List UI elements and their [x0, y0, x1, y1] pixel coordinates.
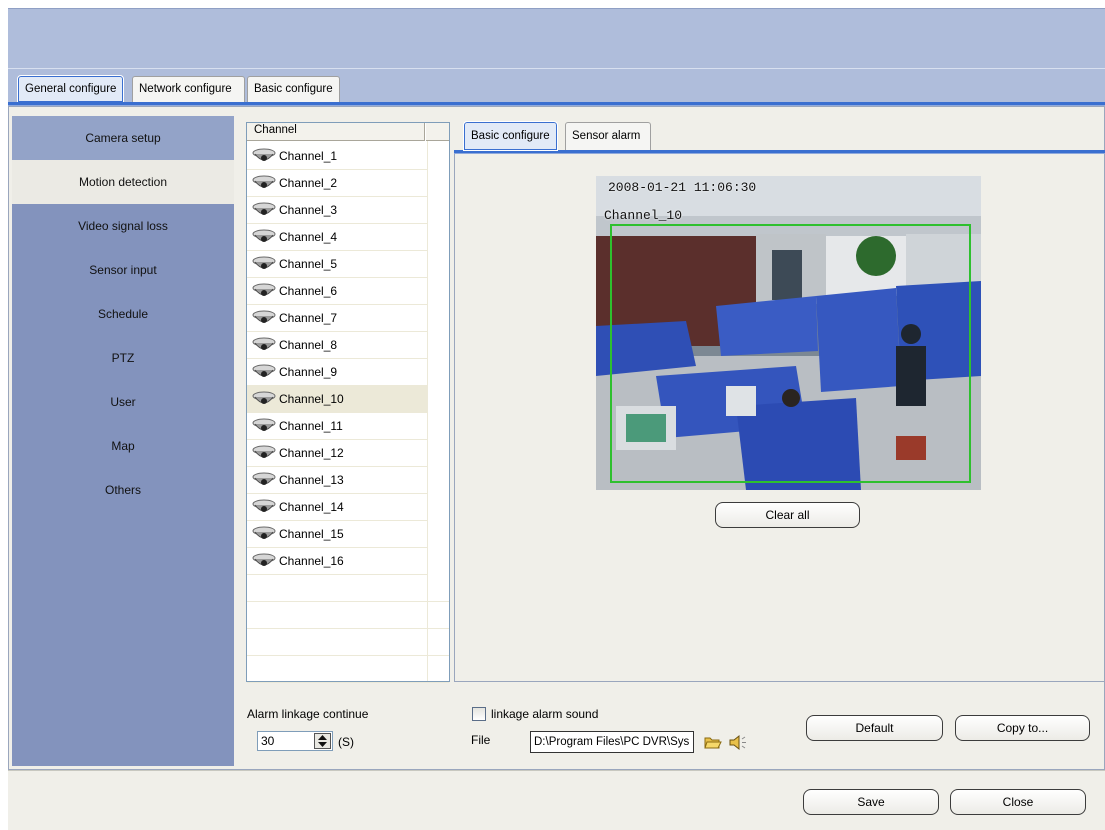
channel-label: Channel_9: [279, 365, 338, 379]
channel-row[interactable]: Channel_4: [247, 224, 427, 251]
sidebar: Camera setup Motion detection Video sign…: [12, 116, 234, 766]
channel-row[interactable]: Channel_7: [247, 305, 427, 332]
file-label: File: [471, 733, 491, 747]
channel-label: Channel_11: [279, 419, 343, 433]
tab-general-configure[interactable]: General configure: [16, 75, 125, 103]
channel-label: Channel_2: [279, 176, 338, 190]
channel-label: Channel_5: [279, 257, 338, 271]
sidebar-item-user[interactable]: User: [12, 380, 234, 424]
channel-column-header[interactable]: Channel: [247, 123, 449, 141]
channel-row[interactable]: Channel_10: [247, 386, 427, 413]
sidebar-item-schedule[interactable]: Schedule: [12, 292, 234, 336]
channel-row[interactable]: Channel_5: [247, 251, 427, 278]
sidebar-item-camera-setup[interactable]: Camera setup: [12, 116, 234, 160]
open-folder-icon[interactable]: [704, 734, 722, 750]
alarm-linkage-label: Alarm linkage continue: [247, 707, 369, 721]
sidebar-item-others[interactable]: Others: [12, 468, 234, 512]
channel-label: Channel_13: [279, 473, 344, 487]
tab-network-configure[interactable]: Network configure: [132, 76, 245, 102]
dome-camera-icon: [251, 174, 277, 194]
save-button[interactable]: Save: [803, 789, 939, 815]
channel-label: Channel_14: [279, 500, 344, 514]
dome-camera-icon: [251, 282, 277, 302]
alarm-linkage-value: 30: [261, 734, 275, 748]
empty-row-line: [247, 682, 449, 683]
tab-basic-configure[interactable]: Basic configure: [247, 76, 340, 102]
header-banner: [8, 8, 1105, 68]
channel-row[interactable]: Channel_1: [247, 143, 427, 170]
inner-tab-underline: [454, 150, 1105, 154]
channel-row[interactable]: Channel_9: [247, 359, 427, 386]
clear-all-button[interactable]: Clear all: [715, 502, 860, 528]
dome-camera-icon: [251, 444, 277, 464]
inner-tab-basic-configure[interactable]: Basic configure: [463, 121, 558, 151]
empty-row-line: [247, 601, 449, 602]
dome-camera-icon: [251, 390, 277, 410]
channel-row[interactable]: Channel_13: [247, 467, 427, 494]
sidebar-item-ptz[interactable]: PTZ: [12, 336, 234, 380]
dome-camera-icon: [251, 255, 277, 275]
column-gridline: [427, 141, 428, 681]
default-button[interactable]: Default: [806, 715, 943, 741]
dome-camera-icon: [251, 552, 277, 572]
linkage-alarm-sound-label: linkage alarm sound: [491, 707, 599, 721]
channel-label: Channel_12: [279, 446, 344, 460]
channel-label: Channel_1: [279, 149, 338, 163]
channel-label: Channel_15: [279, 527, 344, 541]
empty-row-line: [247, 628, 449, 629]
speaker-icon[interactable]: [728, 734, 748, 751]
channel-label: Channel_3: [279, 203, 338, 217]
channel-label: Channel_10: [279, 392, 344, 406]
sidebar-item-sensor-input[interactable]: Sensor input: [12, 248, 234, 292]
dome-camera-icon: [251, 201, 277, 221]
alarm-linkage-unit: (S): [338, 735, 354, 749]
sidebar-item-motion-detection[interactable]: Motion detection: [12, 160, 234, 204]
channel-label: Channel_7: [279, 311, 338, 325]
alarm-linkage-spinner[interactable]: 30: [257, 731, 333, 751]
dome-camera-icon: [251, 498, 277, 518]
inner-tab-sensor-alarm[interactable]: Sensor alarm: [565, 122, 651, 150]
channel-row[interactable]: Channel_3: [247, 197, 427, 224]
motion-detection-area[interactable]: [610, 224, 971, 483]
channel-row[interactable]: Channel_2: [247, 170, 427, 197]
channel-label: Channel_4: [279, 230, 338, 244]
dome-camera-icon: [251, 417, 277, 437]
channel-row[interactable]: Channel_11: [247, 413, 427, 440]
channel-row[interactable]: Channel_8: [247, 332, 427, 359]
video-preview[interactable]: 2008-01-21 11:06:30 Channel_10: [596, 176, 981, 490]
sidebar-item-video-signal-loss[interactable]: Video signal loss: [12, 204, 234, 248]
copy-to-button[interactable]: Copy to...: [955, 715, 1090, 741]
channel-list[interactable]: Channel Channel_1 Channel_2 Channel_3 Chann…: [246, 122, 450, 683]
video-timestamp: 2008-01-21 11:06:30: [608, 180, 757, 195]
video-channel-label: Channel_10: [604, 208, 683, 223]
channel-row[interactable]: Channel_6: [247, 278, 427, 305]
footer-bar: [8, 770, 1105, 830]
dome-camera-icon: [251, 363, 277, 383]
alarm-file-path-field[interactable]: D:\Program Files\PC DVR\Sys: [530, 731, 694, 753]
channel-row[interactable]: Channel_12: [247, 440, 427, 467]
close-button[interactable]: Close: [950, 789, 1086, 815]
dome-camera-icon: [251, 525, 277, 545]
sidebar-item-map[interactable]: Map: [12, 424, 234, 468]
dome-camera-icon: [251, 147, 277, 167]
dome-camera-icon: [251, 309, 277, 329]
dome-camera-icon: [251, 228, 277, 248]
channel-header-label: Channel: [254, 124, 297, 136]
linkage-alarm-sound-checkbox[interactable]: [472, 707, 486, 721]
empty-row-line: [247, 655, 449, 656]
channel-label: Channel_16: [279, 554, 344, 568]
channel-label: Channel_8: [279, 338, 338, 352]
dome-camera-icon: [251, 471, 277, 491]
spinner-arrows-icon[interactable]: [314, 733, 331, 749]
channel-row[interactable]: Channel_15: [247, 521, 427, 548]
column-separator[interactable]: [424, 123, 426, 141]
dome-camera-icon: [251, 336, 277, 356]
channel-row[interactable]: Channel_14: [247, 494, 427, 521]
channel-label: Channel_6: [279, 284, 338, 298]
channel-row[interactable]: Channel_16: [247, 548, 427, 575]
